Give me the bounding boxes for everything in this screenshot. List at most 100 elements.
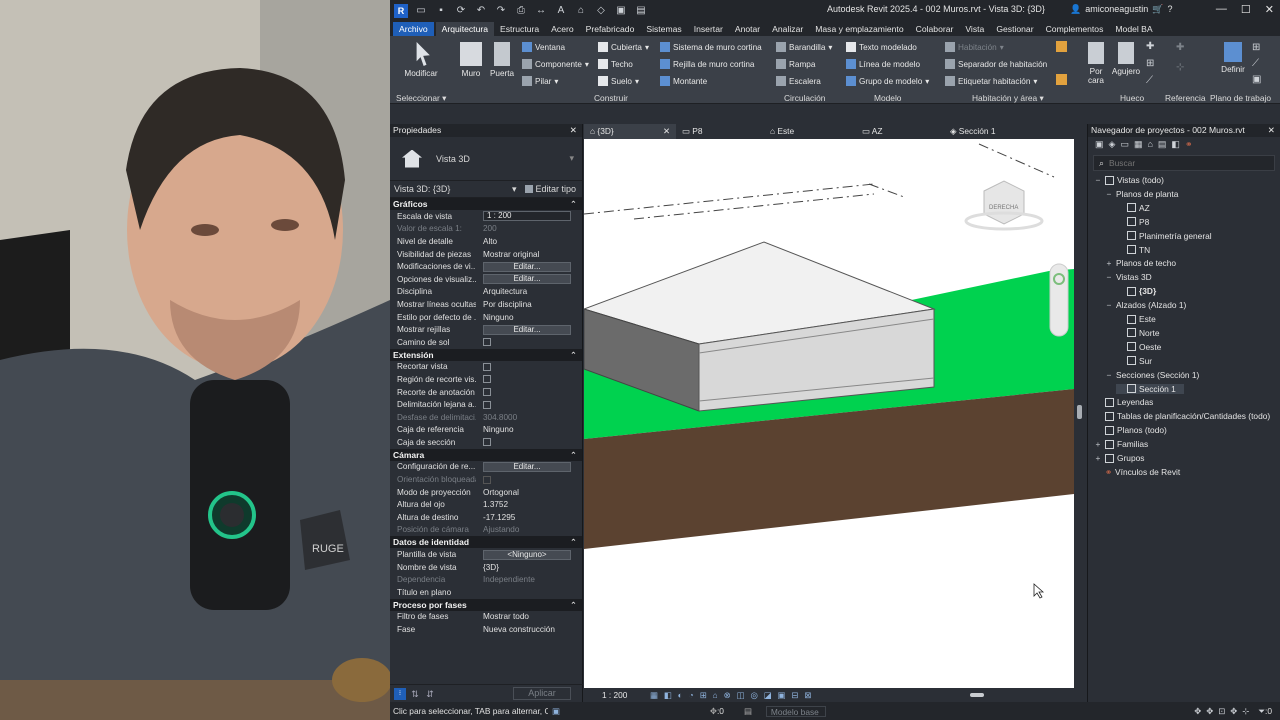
edit-button[interactable]: Editar... [483,461,571,472]
browser-tool-sheet-icon[interactable]: ▦ [1134,139,1143,150]
collapse-chevron-icon[interactable]: ⌃ [570,198,577,210]
edit-button[interactable]: <Ninguno> [483,549,571,560]
prop-section[interactable]: Proceso por fases ⌃ [390,598,582,611]
area-icon[interactable] [1056,41,1067,52]
prop-value[interactable]: Independiente [476,575,582,584]
browser-tool-views-icon[interactable]: ▣ [1095,139,1104,150]
curtain-grid-button[interactable]: Rejilla de muro cortina [660,59,754,69]
show-workplane-icon[interactable]: ⊞ [1252,42,1260,53]
prop-value[interactable]: {3D} [476,563,582,572]
expand-toggle-icon[interactable]: + [1094,453,1102,463]
user-name[interactable]: amiconeagustin [1085,4,1148,15]
room-separator-button[interactable]: Separador de habitación [945,59,1047,69]
edit-button[interactable]: Editar... [483,324,571,335]
ref-plane-icon[interactable]: ⟋ [1252,58,1259,69]
collapse-chevron-icon[interactable]: ⌃ [570,449,577,461]
horizontal-scroll-thumb[interactable] [970,693,984,697]
minimize-button[interactable]: — [1216,3,1227,16]
prop-value[interactable]: 200 [476,224,582,233]
prop-value[interactable]: Alto [476,237,582,246]
by-face-button[interactable]: Por cara [1085,42,1107,85]
edit-button[interactable]: Editar... [483,274,571,285]
save-icon[interactable]: ▪ [434,5,448,17]
close-properties-icon[interactable]: ✕ [570,124,577,137]
tree-item[interactable]: − Vistas (todo) [1094,175,1164,185]
tab-sistemas[interactable]: Sistemas [640,22,687,36]
grid-icon[interactable]: ⊹ [1176,62,1184,73]
tab-view-3d[interactable]: ⌂ {3D} ✕ [584,124,676,139]
modify-button[interactable]: Modificar [400,42,442,78]
group-select[interactable]: Seleccionar ▾ [396,93,446,103]
tab-vista[interactable]: Vista [959,22,990,36]
browser-tool-plan-icon[interactable]: ▭ [1120,139,1129,150]
curtain-system-button[interactable]: Sistema de muro cortina [660,42,762,52]
open-icon[interactable]: ▭ [414,5,428,17]
close-button[interactable]: ✕ [1265,3,1274,16]
prop-section[interactable]: Extensión ⌃ [390,348,582,361]
tree-item[interactable]: AZ [1116,203,1150,213]
tab-colaborar[interactable]: Colaborar [910,22,960,36]
tab-view-p8[interactable]: ▭ P8 [676,124,764,139]
tab-acero[interactable]: Acero [545,22,579,36]
tab-estructura[interactable]: Estructura [494,22,545,36]
model-line-button[interactable]: Línea de modelo [846,59,920,69]
workset-icon[interactable]: ▣ [552,706,560,716]
tree-item[interactable]: Norte [1116,328,1159,338]
sort-categorized-icon[interactable]: ⁝ [394,687,406,700]
tree-item[interactable]: Planimetría general [1116,231,1212,241]
tab-analizar[interactable]: Analizar [766,22,809,36]
close-hidden-icon[interactable]: ▣ [614,5,628,17]
maximize-button[interactable]: ☐ [1241,3,1251,16]
tab-complementos[interactable]: Complementos [1040,22,1110,36]
type-dropdown-icon[interactable]: ▾ [569,153,574,164]
prop-checkbox[interactable] [483,400,491,409]
apply-button[interactable]: Aplicar [513,687,571,700]
user-icon[interactable]: 👤 [1070,4,1081,15]
prop-value[interactable]: Ortogonal [476,488,582,497]
door-button[interactable]: Puerta [489,42,515,78]
mullion-button[interactable]: Montante [660,76,707,86]
main-model-selector[interactable]: Modelo base [765,705,826,717]
prop-checkbox[interactable] [483,338,491,347]
prop-section[interactable]: Datos de identidad ⌃ [390,536,582,549]
prop-value[interactable]: Por disciplina [476,300,582,309]
tree-item[interactable]: TN [1116,245,1150,255]
prop-checkbox[interactable] [483,438,491,447]
browser-tool-family-icon[interactable]: ◧ [1171,139,1180,150]
component-button[interactable]: Componente ▾ [522,59,589,69]
window-button[interactable]: Ventana [522,42,565,52]
prop-value[interactable]: Nueva construcción [476,625,582,634]
tree-item[interactable]: + Familias [1094,439,1149,449]
tab-arquitectura[interactable]: Arquitectura [435,22,494,36]
view-canvas[interactable]: DERECHA [584,139,1074,688]
tab-anotar[interactable]: Anotar [729,22,766,36]
switch-windows-icon[interactable]: ▤ [634,5,648,17]
dormer-icon[interactable]: ⟋ [1146,75,1153,86]
prop-checkbox[interactable] [483,375,491,384]
tree-item[interactable]: Planos (todo) [1094,425,1167,435]
prop-value[interactable]: Arquitectura [476,287,582,296]
tab-view-az[interactable]: ▭ AZ [856,124,944,139]
redo-icon[interactable]: ↷ [494,5,508,17]
instance-selector[interactable]: Vista 3D: {3D} [394,184,512,194]
text-icon[interactable]: A [554,5,568,17]
model-group-button[interactable]: Grupo de modelo ▾ [846,76,929,86]
tree-item[interactable]: P8 [1116,217,1149,227]
browser-tool-link-icon[interactable]: ⚭ [1185,139,1193,150]
prop-section[interactable]: Gráficos ⌃ [390,198,582,210]
prop-section[interactable]: Cámara ⌃ [390,448,582,461]
cart-icon[interactable]: 🛒 [1152,4,1163,15]
expand-toggle-icon[interactable]: − [1105,189,1113,199]
tree-item[interactable]: Leyendas [1094,397,1153,407]
expand-toggle-icon[interactable]: − [1105,370,1113,380]
tree-item[interactable]: Sección 1 [1116,383,1184,394]
railing-button[interactable]: Barandilla ▾ [776,42,833,52]
tree-item[interactable]: − Secciones (Sección 1) [1105,370,1200,380]
tree-item[interactable]: Este [1116,314,1156,324]
tab-masa[interactable]: Masa y emplazamiento [809,22,909,36]
prop-value[interactable]: -17.1295 [476,513,582,522]
measure-icon[interactable]: ↔ [534,5,548,17]
close-tab-icon[interactable]: ✕ [663,124,670,139]
viewer-icon[interactable]: ▣ [1252,74,1261,85]
tree-item[interactable]: Tablas de planificación/Cantidades (todo… [1094,411,1270,421]
